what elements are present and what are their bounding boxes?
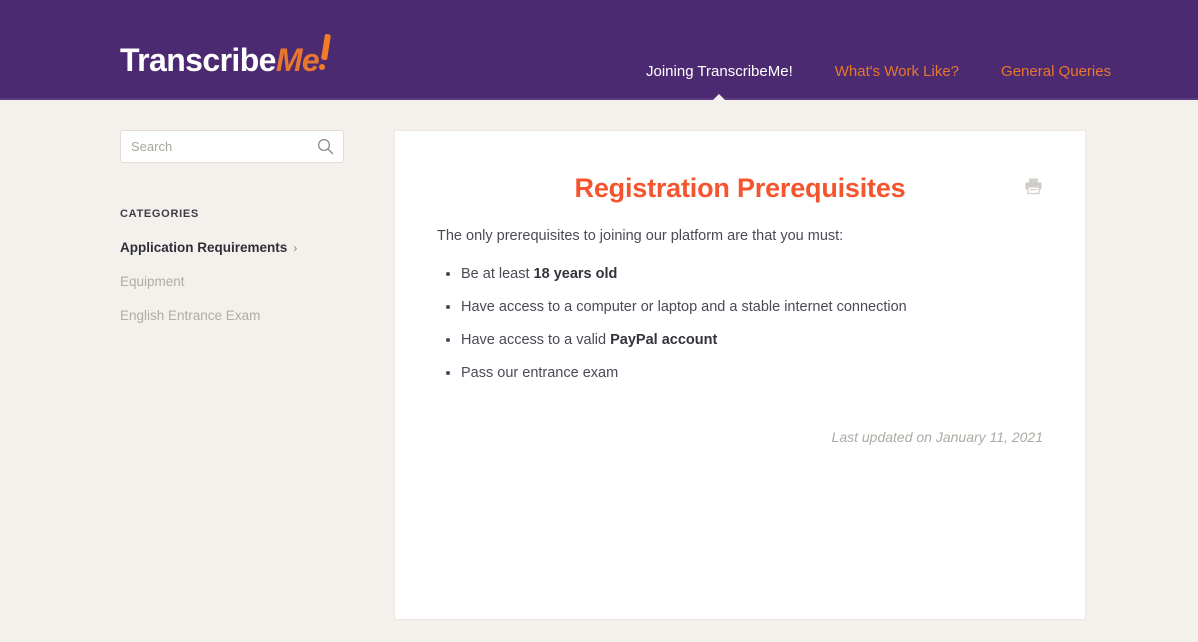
list-item-text: Be at least (461, 266, 534, 282)
active-tab-indicator-icon (712, 94, 727, 101)
list-item: Have access to a valid PayPal account (461, 332, 1043, 348)
nav-item-joining-transcribeme[interactable]: Joining TranscribeMe! (640, 63, 799, 101)
nav-item-label: What's Work Like? (834, 63, 960, 80)
sidebar-item-label: English Entrance Exam (120, 308, 261, 323)
list-item-emphasis: 18 years old (533, 266, 618, 282)
printer-icon[interactable] (1024, 177, 1043, 195)
last-updated-text: Last updated on January 11, 2021 (831, 429, 1043, 445)
article-card: Registration Prerequisites The only prer… (394, 130, 1086, 620)
sidebar-item-equipment[interactable]: Equipment (120, 274, 360, 289)
page-title: Registration Prerequisites (574, 173, 906, 203)
sidebar-item-label: Equipment (120, 274, 185, 289)
nav-item-general-queries[interactable]: General Queries (995, 63, 1117, 80)
logo-text-transcribe: Transcribe (120, 42, 276, 78)
nav-item-label: General Queries (1001, 63, 1112, 80)
chevron-right-icon: › (293, 241, 298, 255)
list-item-text: Have access to a valid (461, 332, 611, 348)
list-item: Be at least 18 years old (461, 266, 1043, 282)
article-body: The only prerequisites to joining our pl… (395, 228, 1085, 381)
sidebar-item-label: Application Requirements (120, 240, 288, 255)
search-box[interactable] (120, 130, 344, 163)
list-item: Have access to a computer or laptop and … (461, 299, 1043, 315)
logo-text-me: Me (275, 42, 320, 78)
nav-item-whats-work-like[interactable]: What's Work Like? (829, 63, 965, 80)
sidebar: CATEGORIES Application Requirements › Equ… (120, 130, 360, 342)
site-logo[interactable]: TranscribeMe (120, 33, 332, 78)
category-list: Application Requirements › Equipment Engl… (120, 240, 360, 323)
sidebar-item-application-requirements[interactable]: Application Requirements › (120, 240, 360, 255)
article-intro: The only prerequisites to joining our pl… (437, 228, 844, 244)
list-item-text: Pass our entrance exam (461, 365, 619, 381)
search-input[interactable] (121, 131, 311, 162)
list-item-emphasis: PayPal account (610, 332, 718, 348)
categories-heading: CATEGORIES (120, 208, 199, 220)
nav-item-label: Joining TranscribeMe! (646, 63, 793, 80)
logo-exclamation-icon (318, 33, 332, 78)
sidebar-item-english-entrance-exam[interactable]: English Entrance Exam (120, 308, 360, 323)
requirements-list: Be at least 18 years old Have access to … (437, 266, 1043, 381)
list-item: Pass our entrance exam (461, 365, 1043, 381)
site-header: TranscribeMe Joining TranscribeMe! What'… (0, 0, 1198, 101)
list-item-text: Have access to a computer or laptop and … (461, 299, 907, 315)
search-icon[interactable] (317, 138, 334, 155)
main-navigation: Joining TranscribeMe! What's Work Like? … (640, 63, 1117, 101)
